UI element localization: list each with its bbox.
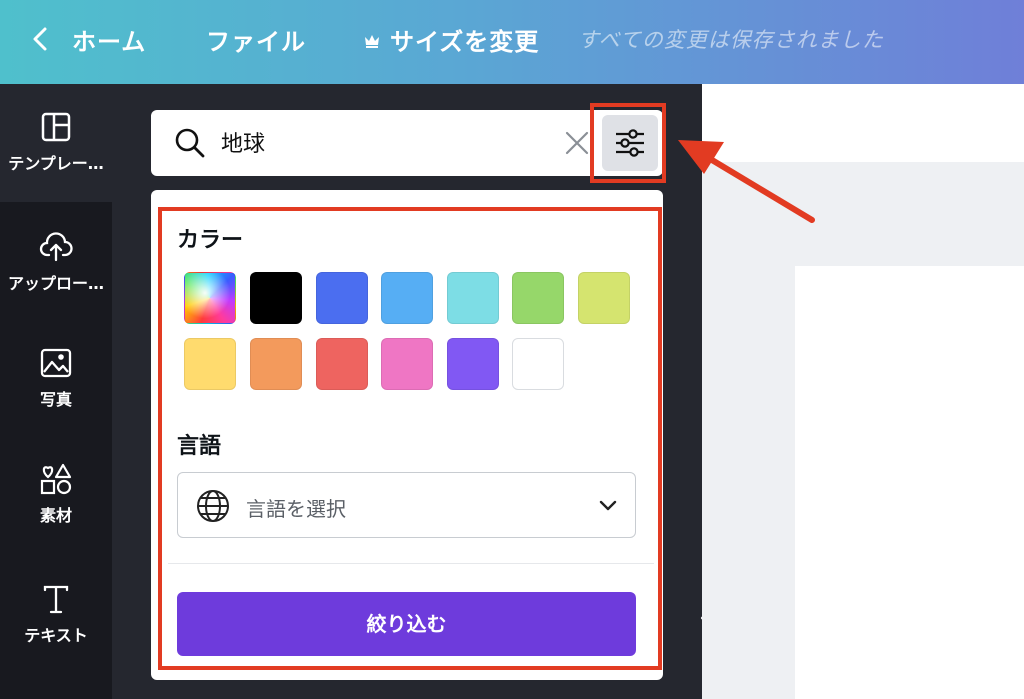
photo-icon: [40, 348, 72, 378]
search-icon: [175, 128, 205, 158]
language-select-placeholder: 言語を選択: [246, 497, 346, 521]
sliders-icon: [616, 129, 644, 157]
color-swatch-yellow[interactable]: [184, 338, 236, 390]
sidebar-item-label: テンプレー…: [8, 154, 104, 173]
upload-cloud-icon: [39, 232, 73, 262]
sidebar-item-text[interactable]: テキスト: [0, 582, 112, 646]
canvas-toolbar-area: [702, 84, 1024, 162]
color-swatch-lime[interactable]: [578, 272, 630, 324]
color-swatch-light-blue[interactable]: [381, 272, 433, 324]
template-icon: [41, 112, 71, 142]
sidebar-item-photos[interactable]: 写真: [0, 346, 112, 410]
chevron-down-icon: [599, 500, 617, 511]
sidebar-item-label: テキスト: [24, 626, 88, 645]
search-input[interactable]: [221, 122, 621, 162]
resize-button[interactable]: サイズを変更: [362, 22, 539, 57]
color-swatch-rainbow[interactable]: [184, 272, 236, 324]
design-page[interactable]: [795, 266, 1024, 699]
color-swatch-green[interactable]: [512, 272, 564, 324]
sidebar-item-label: 写真: [39, 390, 72, 409]
text-icon: [43, 585, 69, 614]
color-section-title: カラー: [177, 228, 244, 253]
home-link[interactable]: ホーム: [72, 22, 146, 57]
top-bar: ホーム ファイル サイズを変更 すべての変更は保存されました: [0, 0, 1024, 84]
language-section-title: 言語: [177, 434, 222, 459]
color-swatch-red[interactable]: [316, 338, 368, 390]
apply-filter-button[interactable]: 絞り込む: [177, 592, 636, 656]
globe-icon: [197, 490, 229, 522]
color-swatch-pink[interactable]: [381, 338, 433, 390]
sidebar-item-templates[interactable]: テンプレー…: [0, 110, 112, 174]
back-chevron-icon[interactable]: [26, 22, 56, 56]
resize-label: サイズを変更: [390, 28, 540, 56]
color-swatch-black[interactable]: [250, 272, 302, 324]
sidebar-item-uploads[interactable]: アップロー…: [0, 230, 112, 294]
color-swatch-blue[interactable]: [316, 272, 368, 324]
sidebar-item-elements[interactable]: 素材: [0, 462, 112, 526]
color-swatch-orange[interactable]: [250, 338, 302, 390]
divider: [168, 563, 654, 564]
crown-icon: [365, 34, 379, 48]
filter-button[interactable]: [602, 115, 658, 171]
color-swatch-white[interactable]: [512, 338, 564, 390]
color-swatch-turquoise[interactable]: [447, 272, 499, 324]
file-menu[interactable]: ファイル: [206, 22, 306, 57]
sidebar-item-label: 素材: [39, 506, 72, 525]
color-swatch-purple[interactable]: [447, 338, 499, 390]
language-select[interactable]: 言語を選択: [177, 472, 636, 538]
clear-search-icon[interactable]: [564, 128, 590, 158]
sidebar-item-label: アップロー…: [7, 274, 104, 293]
save-status: すべての変更は保存されました: [578, 28, 884, 52]
elements-icon: [40, 463, 72, 495]
